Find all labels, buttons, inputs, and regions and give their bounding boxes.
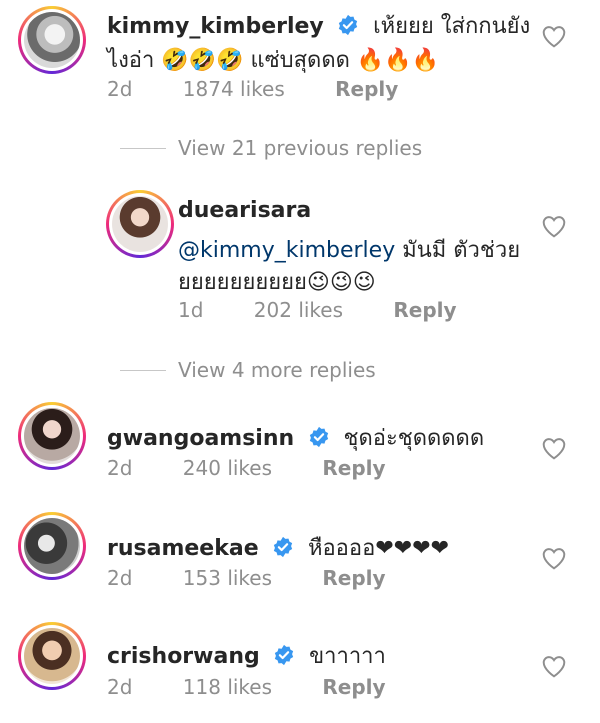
comment-kimmy: kimmy_kimberley เห้ยยย ใส่กกนยัง ไงอ่า 🤣… [0, 0, 600, 120]
username[interactable]: duearisara [178, 198, 311, 223]
avatar[interactable] [18, 6, 86, 74]
view-more-replies[interactable]: View 4 more replies [178, 358, 376, 382]
view-replies-line [120, 370, 166, 371]
verified-icon [339, 14, 358, 36]
comment-text: ชุดอ่ะชุดดดดด [343, 426, 485, 451]
verified-icon [274, 536, 293, 558]
comment-duearisara: duearisara @kimmy_kimberley มันมี ตัวช่ว… [0, 190, 600, 330]
avatar[interactable] [18, 622, 86, 690]
reply-button[interactable]: Reply [322, 566, 385, 590]
mention-link[interactable]: @kimmy_kimberley [178, 238, 395, 263]
comment-meta: 2d 118 likes Reply [107, 675, 430, 699]
comment-text-line2: ไงอ่า 🤣🤣🤣 แซ่บสุดดด 🔥🔥🔥 [107, 48, 440, 73]
timestamp: 1d [178, 298, 204, 322]
comment-text: ขาาาาา [309, 644, 386, 669]
comment-meta: 2d 153 likes Reply [107, 566, 430, 590]
comment-text-line2: ยยยยยยยยยย😉😉😉 [178, 270, 376, 295]
comment-header: kimmy_kimberley เห้ยยย ใส่กกนยัง [107, 8, 530, 43]
username[interactable]: rusameekae [107, 536, 259, 561]
verified-icon [309, 426, 329, 448]
username[interactable]: crishorwang [107, 644, 260, 669]
likes-count[interactable]: 240 likes [183, 456, 272, 480]
view-previous-replies[interactable]: View 21 previous replies [178, 136, 422, 160]
comment-crishorwang: crishorwang ขาาาาา 2d 118 likes Reply [0, 616, 600, 716]
timestamp: 2d [107, 77, 133, 101]
timestamp: 2d [107, 675, 133, 699]
avatar[interactable] [18, 512, 86, 580]
reply-button[interactable]: Reply [322, 675, 385, 699]
comment-meta: 2d 1874 likes Reply [107, 77, 442, 101]
comment-text-body: มันมี ตัวช่วย [402, 238, 521, 263]
comment-header: gwangoamsinn ชุดอ่ะชุดดดดด [107, 420, 484, 455]
comment-meta: 1d 202 likes Reply [178, 298, 501, 322]
username[interactable]: gwangoamsinn [107, 426, 294, 451]
reply-button[interactable]: Reply [393, 298, 456, 322]
heart-icon[interactable] [541, 654, 567, 678]
verified-icon [275, 644, 294, 666]
view-replies-line [120, 148, 166, 149]
avatar[interactable] [106, 190, 174, 258]
reply-button[interactable]: Reply [335, 77, 398, 101]
reply-button[interactable]: Reply [322, 456, 385, 480]
likes-count[interactable]: 1874 likes [183, 77, 285, 101]
likes-count[interactable]: 118 likes [183, 675, 272, 699]
username[interactable]: kimmy_kimberley [107, 14, 324, 39]
heart-icon[interactable] [541, 546, 567, 570]
comment-meta: 2d 240 likes Reply [107, 456, 430, 480]
heart-icon[interactable] [541, 24, 567, 48]
timestamp: 2d [107, 456, 133, 480]
comment-header: rusameekae หืออออ❤❤❤❤ [107, 530, 449, 565]
comment-text: @kimmy_kimberley มันมี ตัวช่วย [178, 232, 520, 267]
likes-count[interactable]: 202 likes [254, 298, 343, 322]
heart-icon[interactable] [541, 436, 567, 460]
comment-text: หืออออ❤❤❤❤ [307, 536, 450, 561]
timestamp: 2d [107, 566, 133, 590]
avatar[interactable] [18, 402, 86, 470]
likes-count[interactable]: 153 likes [183, 566, 272, 590]
comment-gwangoamsinn: gwangoamsinn ชุดอ่ะชุดดดดด 2d 240 likes … [0, 398, 600, 498]
comment-text: เห้ยยย ใส่กกนยัง [373, 14, 531, 39]
comment-header: crishorwang ขาาาาา [107, 638, 386, 673]
heart-icon[interactable] [541, 214, 567, 238]
comment-rusameekae: rusameekae หืออออ❤❤❤❤ 2d 153 likes Reply [0, 508, 600, 608]
